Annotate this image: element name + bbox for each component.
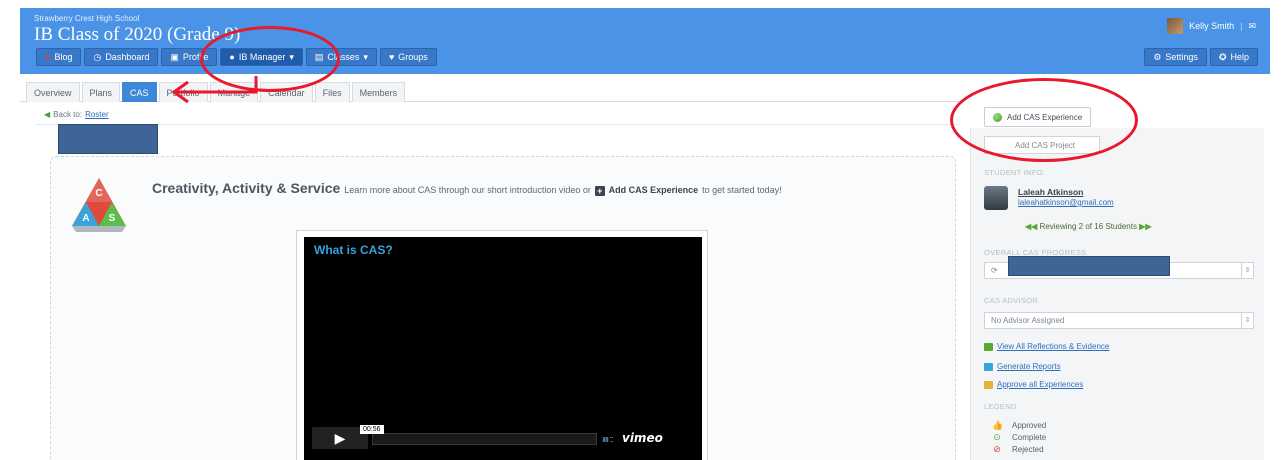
legend-rejected: ⊘ Rejected [992, 444, 1044, 455]
mail-icon[interactable]: ✉ [1248, 21, 1256, 32]
legend-complete: ⊙ Complete [992, 432, 1046, 443]
nav-label: Dashboard [105, 52, 150, 62]
reviewing-nav: ◀◀ Reviewing 2 of 16 Students ▶▶ [1025, 222, 1152, 231]
reports-icon [984, 362, 993, 371]
svg-text:S: S [109, 213, 116, 224]
school-name: Strawberry Crest High School [34, 14, 140, 23]
refresh-icon: ⟳ [991, 266, 998, 275]
link-label: Generate Reports [997, 362, 1061, 371]
nav-dashboard-button[interactable]: ◷ Dashboard [84, 48, 159, 66]
chevron-down-icon: ▾ [363, 51, 368, 62]
vimeo-logo[interactable]: vimeo [622, 431, 663, 445]
tab-members[interactable]: Members [351, 82, 406, 102]
advisor-label: CAS ADVISOR [984, 296, 1039, 305]
tab-plans[interactable]: Plans [81, 82, 121, 102]
legend-label-text: Rejected [1012, 445, 1044, 454]
video-time: 00:56 [360, 425, 384, 434]
advisor-value: No Advisor Assigned [991, 316, 1065, 325]
cas-intro-suffix: to get started today! [702, 185, 782, 195]
tab-overview[interactable]: Overview [26, 82, 80, 102]
intro-video[interactable]: What is CAS? ▶ 00:56 ıııı :: vimeo [304, 237, 702, 460]
ban-icon: ⊘ [993, 444, 1001, 454]
legend-label: LEGEND [984, 402, 1017, 411]
plus-icon[interactable]: + [594, 186, 605, 196]
legend-label-text: Complete [1012, 433, 1047, 442]
advisor-select[interactable]: No Advisor Assigned ⇕ [984, 312, 1254, 329]
cas-heading: Creativity, Activity & Service [152, 180, 341, 196]
student-info-label: STUDENT INFO [984, 168, 1043, 177]
profile-icon: ▣ [170, 51, 179, 62]
groups-icon: ♥ [388, 52, 395, 62]
student-email[interactable]: laleahatkinson@gmail.com [1018, 198, 1114, 207]
nav-label: Groups [398, 52, 428, 62]
link-label: View All Reflections & Evidence [997, 342, 1110, 351]
cas-intro-text: Creativity, Activity & Service Learn mor… [152, 180, 782, 196]
help-button[interactable]: ✪ Help [1209, 48, 1258, 66]
help-label: Help [1230, 52, 1249, 62]
cas-logo: C A S [72, 178, 126, 232]
approve-icon [984, 380, 993, 389]
check-circle-icon: ⊙ [993, 432, 1001, 442]
nav-label: Blog [54, 52, 73, 62]
dashboard-icon: ◷ [93, 51, 102, 62]
roster-link[interactable]: Roster [85, 110, 109, 119]
tab-files[interactable]: Files [314, 82, 350, 102]
redacted-block [1008, 256, 1170, 276]
chevron-down-icon: ⇕ [1241, 263, 1253, 278]
next-student-icon[interactable]: ▶▶ [1139, 222, 1151, 231]
divider: | [1240, 21, 1243, 31]
blog-icon: ● [45, 52, 51, 62]
cas-intro: Learn more about CAS through our short i… [344, 185, 591, 195]
generate-reports-link[interactable]: Generate Reports [984, 362, 1061, 371]
annotation-arrow [171, 76, 258, 104]
nav-blog-button[interactable]: ● Blog [36, 48, 82, 66]
legend-approved: 👍 Approved [992, 420, 1046, 431]
svg-text:C: C [95, 188, 102, 199]
settings-button[interactable]: ⚙ Settings [1144, 48, 1207, 66]
chevron-down-icon: ⇕ [1241, 313, 1253, 328]
reflections-icon [984, 342, 993, 351]
legend-label-text: Approved [1012, 421, 1047, 430]
header-actions: ⚙ Settings ✪ Help [1144, 48, 1258, 66]
volume-icon[interactable]: ıııı :: [602, 434, 613, 444]
annotation-ellipse-add-cas [950, 78, 1138, 162]
student-name[interactable]: Laleah Atkinson [1018, 187, 1083, 197]
link-label: Approve all Experiences [997, 380, 1084, 389]
redacted-block [58, 124, 158, 154]
settings-label: Settings [1165, 52, 1198, 62]
video-title: What is CAS? [314, 243, 393, 257]
view-reflections-link[interactable]: View All Reflections & Evidence [984, 342, 1109, 351]
approve-all-link[interactable]: Approve all Experiences [984, 380, 1083, 389]
prev-student-icon[interactable]: ◀◀ [1025, 222, 1037, 231]
back-arrow-icon: ◀ [44, 110, 51, 119]
nav-groups-button[interactable]: ♥ Groups [379, 48, 437, 66]
avatar [1167, 18, 1184, 34]
avatar [984, 186, 1008, 210]
gear-icon: ⚙ [1153, 51, 1162, 62]
add-cas-experience-link[interactable]: Add CAS Experience [609, 185, 699, 195]
user-menu[interactable]: Kelly Smith | ✉ [1167, 18, 1256, 34]
video-timeline[interactable] [372, 433, 597, 445]
tab-cas[interactable]: CAS [122, 82, 157, 102]
thumbs-up-icon: 👍 [992, 420, 1004, 430]
reviewing-text: Reviewing 2 of 16 Students [1039, 222, 1137, 231]
svg-text:A: A [82, 213, 89, 224]
help-icon: ✪ [1218, 51, 1227, 62]
back-prefix: Back to: [53, 110, 83, 119]
user-name: Kelly Smith [1189, 21, 1235, 31]
